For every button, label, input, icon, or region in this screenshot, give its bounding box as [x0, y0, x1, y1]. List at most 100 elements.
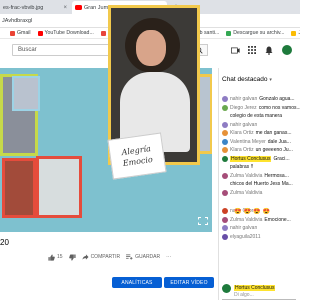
emoji: 😍	[262, 209, 270, 215]
emoji: 😍	[243, 209, 251, 215]
chat-author[interactable]: Zulma Valdivia	[230, 173, 262, 179]
thumbs-up-icon	[48, 253, 55, 261]
chat-avatar	[222, 138, 228, 145]
person-face	[136, 30, 166, 66]
chat-message: chicos del Huerto Jess Ma...	[222, 180, 300, 188]
chat-avatar	[222, 96, 228, 102]
notifications-bell-icon[interactable]	[264, 45, 274, 55]
chat-message: Klara Ortiz me dan ganas...	[222, 129, 300, 137]
chat-author[interactable]: Zulma Valdivia	[230, 217, 262, 223]
chat-text: un geeeeno Ju...	[255, 147, 293, 153]
handwritten-sign: Alegría Emocio	[107, 132, 167, 180]
bookmark-item[interactable]: Gmail	[10, 30, 31, 36]
chat-message: Zulma Valdivia Emocione...	[222, 216, 300, 224]
bookmark-favicon-icon	[10, 30, 15, 36]
chat-author[interactable]: elyaguila2011	[230, 234, 261, 240]
bookmark-label: Gmail	[17, 30, 31, 36]
like-button[interactable]: 15	[48, 253, 63, 261]
like-count: 15	[57, 254, 63, 260]
tab-image[interactable]: es-frac-vbvib.jpg ×	[0, 1, 70, 14]
chat-avatar	[222, 208, 228, 214]
bookmark-favicon-icon	[100, 30, 106, 36]
thumbs-down-icon	[68, 253, 76, 261]
chat-avatar	[222, 130, 228, 136]
chat-text: me dan ganas...	[255, 130, 292, 136]
chat-author[interactable]: Hortus Conclusus	[230, 155, 272, 162]
share-button[interactable]: COMPARTIR	[82, 254, 121, 260]
chat-avatar	[222, 164, 228, 170]
chat-text: Hermosa...	[264, 172, 289, 179]
chat-avatar	[222, 113, 228, 119]
emoji: 😍	[234, 209, 242, 215]
chat-avatar	[222, 147, 228, 153]
apps-grid-icon[interactable]	[247, 45, 257, 55]
bookmark-item[interactable]: YouTube Download...	[37, 30, 94, 36]
youtube-favicon-icon	[75, 5, 82, 10]
chat-message: palabras !!	[222, 163, 300, 171]
chat-author[interactable]: Zulma Valdivia	[230, 190, 262, 196]
address-text: JAvhdbraxgl	[2, 17, 33, 24]
chat-author[interactable]: nahir galvan	[230, 96, 257, 102]
more-actions-button[interactable]: ···	[166, 254, 171, 260]
chat-message: Zulma Valdivia	[222, 189, 300, 197]
edit-video-button[interactable]: EDITAR VÍDEO	[164, 277, 214, 288]
chat-message: colegio de esta manera	[222, 112, 300, 120]
chat-input-username: Hortus Conclusus	[234, 285, 276, 291]
chat-message: elyaguila2011	[222, 233, 300, 241]
video-actions: 15 COMPARTIR GUARDAR ···	[48, 252, 171, 262]
chat-input[interactable]: Di algo...	[222, 292, 296, 300]
chat-avatar	[222, 121, 228, 128]
chat-message: nahir galvan	[222, 224, 300, 232]
chat-author[interactable]: nahir galvan	[230, 225, 257, 231]
save-button[interactable]: GUARDAR	[126, 254, 160, 260]
chat-avatar	[222, 189, 228, 196]
emoji-row: 😍 😍 😍 😍	[234, 208, 270, 215]
chat-avatar	[222, 104, 228, 111]
chat-avatar	[222, 172, 228, 179]
chat-header[interactable]: Chat destacado ▾	[222, 76, 272, 83]
bookmark-favicon-icon	[291, 30, 297, 36]
analytics-button[interactable]: ANALÍTICAS	[112, 277, 162, 288]
bookmark-item[interactable]: Descargue su archiv...	[226, 30, 284, 36]
chat-author[interactable]: Diego Jerez	[230, 105, 257, 111]
chat-message: Zulma Valdivia Hermosa...	[222, 172, 300, 180]
dislike-button[interactable]	[68, 253, 76, 261]
bookmark-item[interactable]: Ji	[291, 30, 300, 36]
chat-avatar	[222, 233, 228, 240]
chat-author[interactable]: Klara Ortiz	[230, 147, 254, 153]
chat-message: nahir galvan Gonzalo agua...	[222, 95, 300, 103]
create-video-icon[interactable]	[230, 45, 240, 55]
chat-author[interactable]: Klara Ortiz	[230, 130, 254, 136]
bookmark-label: YouTube Download...	[44, 30, 94, 36]
chat-text: colegio de esta manera	[230, 113, 282, 119]
chat-author[interactable]: nahir galvan	[230, 122, 257, 128]
account-avatar[interactable]	[282, 45, 292, 55]
chat-text: Graci...	[273, 155, 290, 162]
bookmark-favicon-icon	[37, 30, 43, 36]
tab-label: es-frac-vbvib.jpg	[3, 4, 44, 11]
chat-text: palabras !!	[230, 164, 254, 170]
close-tab-icon[interactable]: ×	[63, 5, 67, 11]
video-title: 20	[0, 238, 9, 247]
chat-avatar	[222, 181, 228, 187]
collage-photo	[12, 76, 40, 111]
chat-author[interactable]: Valentina Meyer	[230, 139, 266, 145]
chat-message: Klara Ortiz un geeeeno Ju...	[222, 146, 300, 154]
playlist-add-icon	[126, 254, 133, 260]
chat-message: Hortus Conclusus Graci...	[222, 155, 300, 163]
chat-avatar	[222, 155, 228, 162]
screen: es-frac-vbvib.jpg × Gran Jumbada · Proxi…	[0, 0, 300, 300]
bookmark-label: Ji	[298, 30, 300, 36]
collage-photo	[2, 158, 36, 218]
chat-avatar	[222, 225, 228, 231]
share-label: COMPARTIR	[90, 254, 121, 260]
bookmark-label: Descargue su archiv...	[233, 30, 285, 36]
save-label: GUARDAR	[135, 254, 161, 260]
bookmark-favicon-icon	[226, 30, 232, 36]
share-icon	[82, 254, 89, 260]
chat-message: Valentina Meyer dale Jua...	[222, 138, 300, 146]
fullscreen-icon[interactable]	[198, 212, 210, 225]
chat-avatar	[222, 216, 228, 223]
chat-text: dale Jua...	[267, 138, 291, 145]
chat-header-title: Chat destacado	[222, 76, 268, 83]
